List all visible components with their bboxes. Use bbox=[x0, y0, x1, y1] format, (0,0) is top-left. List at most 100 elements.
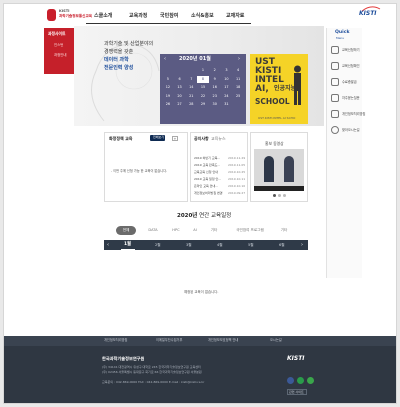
notice-item[interactable]: 교육교육 신청 안내 bbox=[194, 171, 218, 174]
month-tab-4[interactable]: 4월 bbox=[217, 240, 223, 250]
carousel-dot[interactable] bbox=[278, 194, 281, 197]
notice-item[interactable]: 온라인 교육 안내... bbox=[194, 185, 218, 188]
month-next-button[interactable]: › bbox=[301, 240, 303, 250]
notice-item[interactable]: 2019 교육 일정 안... bbox=[194, 178, 221, 181]
quick-item-1[interactable]: 교육신청하기 bbox=[342, 48, 360, 52]
sidebar-item-2[interactable]: 과정안내 bbox=[54, 53, 66, 57]
logo-icon[interactable] bbox=[47, 9, 56, 21]
calendar-day[interactable]: 16 bbox=[209, 84, 221, 91]
poster-caption: UST·KISTI·INTEL AI SCHO bbox=[258, 116, 296, 120]
quick-item-3[interactable]: 수료증발급 bbox=[342, 80, 357, 84]
tab-other[interactable]: 기타 bbox=[278, 226, 290, 235]
education-more-button[interactable]: + bbox=[172, 136, 178, 141]
carousel-dot[interactable] bbox=[273, 194, 276, 197]
calendar-day[interactable]: 13 bbox=[174, 84, 186, 91]
calendar-day[interactable]: 5 bbox=[162, 76, 174, 83]
calendar-day[interactable]: 17 bbox=[221, 84, 233, 91]
quick-item-5[interactable]: 개인정보처리방침 bbox=[342, 112, 365, 116]
footer-link[interactable]: 오시는길 bbox=[270, 338, 282, 342]
footer-brand-logo: KISTI bbox=[287, 355, 305, 362]
footer-link[interactable]: 개인정보보호정책 안내 bbox=[208, 338, 238, 342]
tab-ai[interactable]: AI bbox=[190, 226, 200, 235]
tab-public-program[interactable]: 국민참여 프로그램 bbox=[226, 226, 274, 235]
calendar-day[interactable]: 8 bbox=[197, 75, 209, 83]
education-tag-label[interactable]: 전체보기 bbox=[153, 136, 164, 139]
quick-item-6[interactable]: 찾아오시는길 bbox=[342, 128, 360, 132]
calendar-next-button[interactable]: › bbox=[238, 57, 240, 62]
privacy-icon[interactable] bbox=[331, 110, 339, 118]
confirm-icon[interactable] bbox=[331, 62, 339, 70]
notice-item[interactable]: 개인정보처리방침 변경 bbox=[194, 192, 223, 195]
calendar-day[interactable]: 26 bbox=[162, 101, 174, 108]
notice-item[interactable]: 2019 하반기 교육... bbox=[194, 157, 220, 160]
calendar-day[interactable]: 18 bbox=[232, 84, 244, 91]
main-nav: 스쿨소개 교육과정 국민참여 소식&홍보 교재자료 bbox=[86, 12, 251, 24]
calendar-day[interactable]: 7 bbox=[185, 76, 197, 83]
video-player[interactable] bbox=[254, 149, 304, 186]
related-sites-select[interactable]: 관련 사이트 bbox=[287, 389, 307, 395]
calendar-day[interactable]: 9 bbox=[209, 76, 221, 83]
education-empty-message: - 이번 주에 신청 가능 한 교육이 없습니다. bbox=[111, 169, 168, 173]
calendar-day[interactable]: 25 bbox=[232, 93, 244, 100]
footer-link[interactable]: 개인정보처리방침 bbox=[104, 338, 127, 342]
nav-item-news[interactable]: 소식&홍보 bbox=[191, 12, 214, 19]
nav-item-courses[interactable]: 교육과정 bbox=[129, 12, 147, 19]
tab-notice[interactable]: 공지사항 bbox=[194, 137, 209, 141]
calendar-blank bbox=[174, 67, 186, 74]
tab-etc[interactable]: 기타 bbox=[208, 226, 220, 235]
month-tab-5[interactable]: 5월 bbox=[248, 240, 254, 250]
tab-edu-news[interactable]: 교육뉴스 bbox=[211, 137, 226, 141]
month-prev-button[interactable]: ‹ bbox=[107, 240, 109, 250]
youtube-icon[interactable] bbox=[307, 377, 314, 384]
quick-item-4[interactable]: 자주묻는질문 bbox=[342, 96, 360, 100]
brand-logo[interactable]: KISTI bbox=[359, 11, 377, 17]
faq-icon[interactable] bbox=[331, 94, 339, 102]
calendar-day[interactable]: 1 bbox=[197, 67, 209, 74]
facebook-icon[interactable] bbox=[287, 377, 294, 384]
calendar-day[interactable]: 29 bbox=[197, 101, 209, 108]
calendar-day[interactable]: 23 bbox=[209, 93, 221, 100]
calendar-day[interactable]: 22 bbox=[197, 93, 209, 100]
apply-icon[interactable] bbox=[331, 46, 339, 54]
nav-item-about[interactable]: 스쿨소개 bbox=[94, 12, 112, 19]
month-tab-2[interactable]: 2월 bbox=[155, 240, 161, 250]
calendar-day[interactable]: 2 bbox=[209, 67, 221, 74]
tab-data[interactable]: DATA bbox=[144, 226, 162, 235]
calendar-day[interactable]: 15 bbox=[197, 84, 209, 91]
calendar-day[interactable]: 10 bbox=[221, 76, 233, 83]
nav-item-materials[interactable]: 교재자료 bbox=[226, 12, 244, 19]
calendar-day[interactable]: 19 bbox=[162, 93, 174, 100]
month-tab-6[interactable]: 6월 bbox=[279, 240, 285, 250]
footer-link[interactable]: 이메일무단수집거부 bbox=[156, 338, 182, 342]
calendar-prev-button[interactable]: ‹ bbox=[164, 57, 166, 62]
education-box-title: 화정정책 교육 bbox=[109, 136, 133, 141]
tab-hpc[interactable]: HPC bbox=[168, 226, 184, 235]
annual-schedule-title: 2020년 연간 교육일정 bbox=[177, 213, 232, 219]
location-icon[interactable] bbox=[331, 126, 339, 134]
calendar-day[interactable]: 14 bbox=[185, 84, 197, 91]
calendar-day[interactable]: 11 bbox=[232, 76, 244, 83]
month-tab-3[interactable]: 3월 bbox=[186, 240, 192, 250]
calendar-day[interactable]: 12 bbox=[162, 84, 174, 91]
calendar-day[interactable]: 6 bbox=[174, 76, 186, 83]
footer-address-1: (우) 34141 대전광역시 유성구 대학로 245 한국과학기술정보연구원 … bbox=[102, 365, 201, 369]
video-controls[interactable] bbox=[254, 186, 304, 191]
calendar-day[interactable]: 27 bbox=[174, 101, 186, 108]
calendar-day[interactable]: 31 bbox=[221, 101, 233, 108]
sidebar-item-1[interactable]: 인스턴 bbox=[54, 43, 63, 47]
calendar-day[interactable]: 4 bbox=[232, 67, 244, 74]
tab-all[interactable]: 전체 bbox=[116, 226, 136, 235]
notice-item[interactable]: 2019 교육 만족도... bbox=[194, 164, 220, 167]
calendar-day[interactable]: 28 bbox=[185, 101, 197, 108]
quick-item-2[interactable]: 교육신청확인 bbox=[342, 64, 360, 68]
certificate-icon[interactable] bbox=[331, 78, 339, 86]
nav-item-participation[interactable]: 국민참여 bbox=[160, 12, 178, 19]
footer-contact: 교육문의 : 042-869-0000 FAX : 042-869-0000 E… bbox=[102, 380, 205, 384]
calendar-day[interactable]: 3 bbox=[221, 67, 233, 74]
calendar-day[interactable]: 24 bbox=[221, 93, 233, 100]
calendar-day[interactable]: 20 bbox=[174, 93, 186, 100]
calendar-day[interactable]: 21 bbox=[185, 93, 197, 100]
blog-icon[interactable] bbox=[297, 377, 304, 384]
carousel-dot[interactable] bbox=[283, 194, 286, 197]
calendar-day[interactable]: 30 bbox=[209, 101, 221, 108]
